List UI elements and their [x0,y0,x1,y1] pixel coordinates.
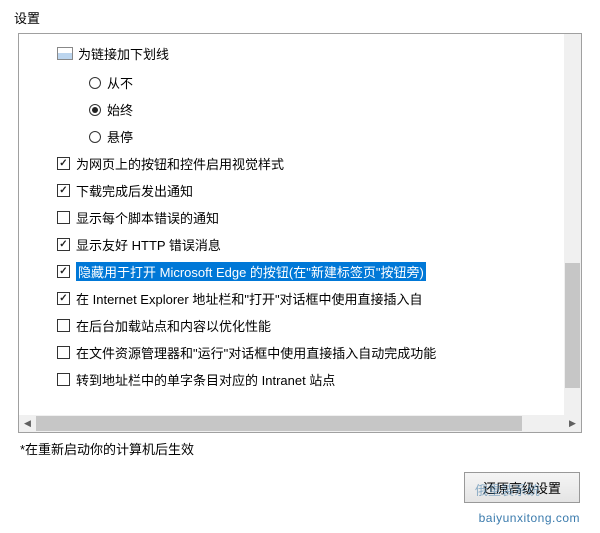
scroll-left-button[interactable]: ◀ [19,415,36,432]
checkbox-icon[interactable] [57,319,70,332]
checkbox-label: 转到地址栏中的单字条目对应的 Intranet 站点 [76,370,335,389]
scroll-right-button[interactable]: ▶ [564,415,581,432]
radio-option[interactable]: 悬停 [89,123,571,150]
restart-required-note: *在重新启动你的计算机后生效 [0,433,600,464]
checkbox-label: 在 Internet Explorer 地址栏和"打开"对话框中使用直接插入自 [76,289,423,308]
vertical-scrollbar-thumb[interactable] [565,263,580,389]
checkbox-label: 在后台加载站点和内容以优化性能 [76,316,271,335]
checkbox-icon[interactable] [57,265,70,278]
horizontal-scrollbar-thumb[interactable] [36,416,522,431]
checkbox-label: 显示友好 HTTP 错误消息 [76,235,221,254]
radio-option[interactable]: 从不 [89,69,571,96]
checkbox-label: 显示每个脚本错误的通知 [76,208,219,227]
radio-icon[interactable] [89,104,101,116]
checkbox-label: 隐藏用于打开 Microsoft Edge 的按钮(在"新建标签页"按钮旁) [76,262,426,281]
checkbox-option[interactable]: 显示友好 HTTP 错误消息 [57,231,571,258]
radio-label: 从不 [107,73,133,92]
radio-option[interactable]: 始终 [89,96,571,123]
checkbox-label: 下载完成后发出通知 [76,181,193,200]
horizontal-scrollbar[interactable]: ◀ ▶ [19,415,581,432]
watermark-url: baiyunxitong.com [479,511,580,525]
checkbox-icon[interactable] [57,238,70,251]
restore-advanced-settings-button[interactable]: 还原高级设置 [464,472,580,503]
settings-tree-panel: 为链接加下划线 从不始终悬停 为网页上的按钮和控件启用视觉样式下载完成后发出通知… [18,33,582,433]
checkbox-icon[interactable] [57,211,70,224]
checkbox-icon[interactable] [57,157,70,170]
checkbox-option[interactable]: 转到地址栏中的单字条目对应的 Intranet 站点 [57,366,571,393]
checkbox-option[interactable]: 隐藏用于打开 Microsoft Edge 的按钮(在"新建标签页"按钮旁) [57,258,571,285]
checkbox-option[interactable]: 显示每个脚本错误的通知 [57,204,571,231]
tree-node-label: 为链接加下划线 [78,44,169,63]
checkbox-icon[interactable] [57,346,70,359]
radio-icon[interactable] [89,131,101,143]
radio-label: 始终 [107,100,133,119]
radio-icon[interactable] [89,77,101,89]
checkbox-icon[interactable] [57,373,70,386]
checkbox-option[interactable]: 在 Internet Explorer 地址栏和"打开"对话框中使用直接插入自 [57,285,571,312]
radio-label: 悬停 [107,127,133,146]
settings-group-icon [57,47,73,60]
checkbox-icon[interactable] [57,184,70,197]
checkbox-icon[interactable] [57,292,70,305]
checkbox-option[interactable]: 在后台加载站点和内容以优化性能 [57,312,571,339]
tree-node-underline-links[interactable]: 为链接加下划线 [57,44,571,63]
horizontal-scrollbar-track[interactable] [36,415,564,432]
checkbox-option[interactable]: 下载完成后发出通知 [57,177,571,204]
vertical-scrollbar[interactable] [564,34,581,415]
checkbox-label: 在文件资源管理器和"运行"对话框中使用直接插入自动完成功能 [76,343,436,362]
checkbox-option[interactable]: 为网页上的按钮和控件启用视觉样式 [57,150,571,177]
settings-section-label: 设置 [0,0,600,33]
checkbox-label: 为网页上的按钮和控件启用视觉样式 [76,154,284,173]
checkbox-option[interactable]: 在文件资源管理器和"运行"对话框中使用直接插入自动完成功能 [57,339,571,366]
